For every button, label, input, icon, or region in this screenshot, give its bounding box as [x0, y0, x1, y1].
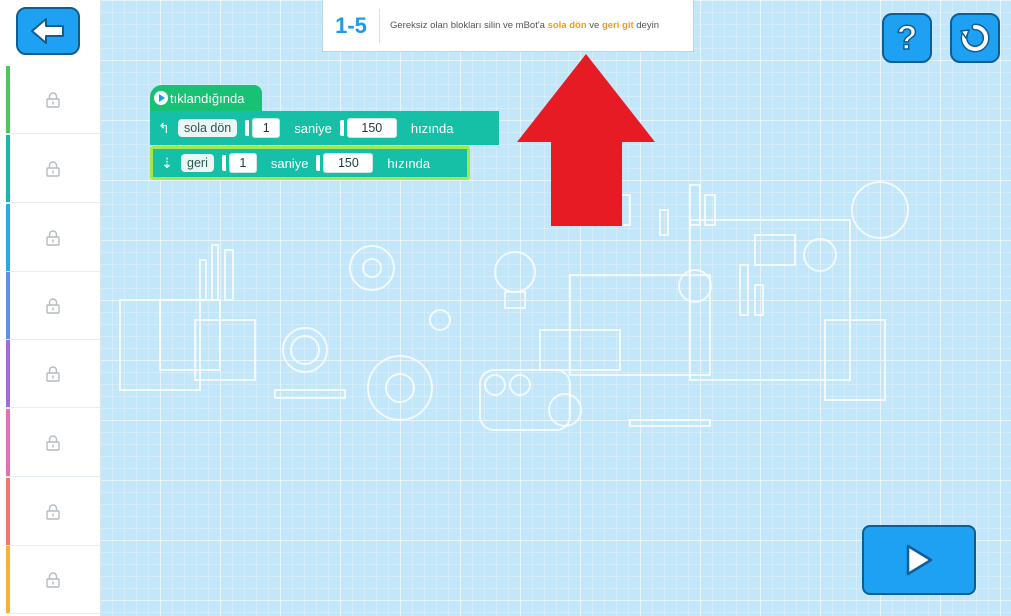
lock-icon: [46, 571, 60, 588]
speed-unit-label: hızında: [410, 120, 454, 136]
lock-icon: [46, 503, 60, 520]
level-color-bar: [6, 340, 10, 407]
reset-icon: [959, 23, 990, 53]
instruction-text: Gereksiz olan blokları silin ve mBot'a s…: [380, 20, 659, 31]
turn-left-direction-dropdown[interactable]: sola dön: [178, 119, 238, 137]
help-button[interactable]: ?: [882, 13, 932, 63]
level-color-bar: [6, 204, 10, 271]
level-slot-4[interactable]: [6, 272, 100, 340]
level-color-bar: [6, 546, 10, 613]
question-mark-icon: ?: [896, 19, 918, 57]
hint-arrow-icon: [517, 54, 655, 226]
lock-icon: [46, 91, 60, 108]
speed-unit-label: hızında: [387, 155, 431, 171]
speed-socket: 150: [339, 118, 397, 138]
back-button[interactable]: [16, 7, 80, 55]
hat-block-label: tıklandığında: [170, 90, 245, 106]
level-slot-5[interactable]: [6, 340, 100, 408]
instruction-highlight-turn-left: sola dön: [547, 20, 587, 31]
socket-notch: [221, 155, 226, 171]
socket-notch: [339, 120, 344, 136]
duration-socket: 1: [221, 153, 257, 173]
lock-icon: [46, 365, 60, 382]
turn-left-arrow-icon: ↰: [158, 119, 170, 136]
lock-icon: [46, 434, 60, 451]
reset-button[interactable]: [950, 13, 1000, 63]
speed-socket: 150: [316, 153, 374, 173]
when-clicked-hat-block[interactable]: tıklandığında: [150, 85, 262, 111]
socket-notch: [316, 155, 321, 171]
instruction-text-part: Gereksiz olan blokları silin ve mBot'a: [390, 20, 548, 31]
level-slot-3[interactable]: [6, 204, 100, 272]
instruction-highlight-go-back: geri git: [601, 20, 634, 31]
move-backward-block[interactable]: ⇣ geri 1 saniye 150 hızında: [150, 146, 470, 180]
instruction-card: 1-5 Gereksiz olan blokları silin ve mBot…: [322, 0, 694, 52]
duration-unit-label: saniye: [270, 155, 309, 171]
back-arrow-icon: [31, 18, 64, 44]
speed-input[interactable]: 150: [323, 153, 374, 173]
duration-input[interactable]: 1: [228, 153, 257, 173]
level-slot-7[interactable]: [6, 478, 100, 546]
socket-notch: [245, 120, 250, 136]
instruction-text-part: ve: [586, 20, 602, 31]
duration-socket: 1: [245, 118, 281, 138]
lock-icon: [46, 229, 60, 246]
level-slot-1[interactable]: [6, 66, 100, 134]
level-color-bar: [6, 272, 10, 339]
duration-unit-label: saniye: [294, 120, 332, 136]
level-color-bar: [6, 66, 10, 133]
level-color-bar: [6, 478, 10, 545]
play-flag-icon: [154, 91, 168, 105]
play-icon: [906, 544, 933, 576]
level-slot-6[interactable]: [6, 409, 100, 477]
speed-input[interactable]: 150: [346, 118, 397, 138]
move-backward-arrow-icon: ⇣: [161, 154, 173, 171]
move-direction-dropdown[interactable]: geri: [181, 154, 214, 172]
level-color-bar: [6, 135, 10, 202]
turn-left-block[interactable]: ↰ sola dön 1 saniye 150 hızında: [150, 111, 499, 145]
instruction-text-part: deyin: [633, 20, 659, 31]
level-sidebar: [0, 0, 101, 616]
run-program-button[interactable]: [862, 525, 976, 595]
level-number: 1-5: [323, 8, 380, 43]
level-color-bar: [6, 409, 10, 476]
level-slot-8[interactable]: [6, 546, 100, 614]
lock-icon: [46, 160, 60, 177]
duration-input[interactable]: 1: [252, 118, 281, 138]
level-slot-2[interactable]: [6, 135, 100, 203]
lock-icon: [46, 297, 60, 314]
